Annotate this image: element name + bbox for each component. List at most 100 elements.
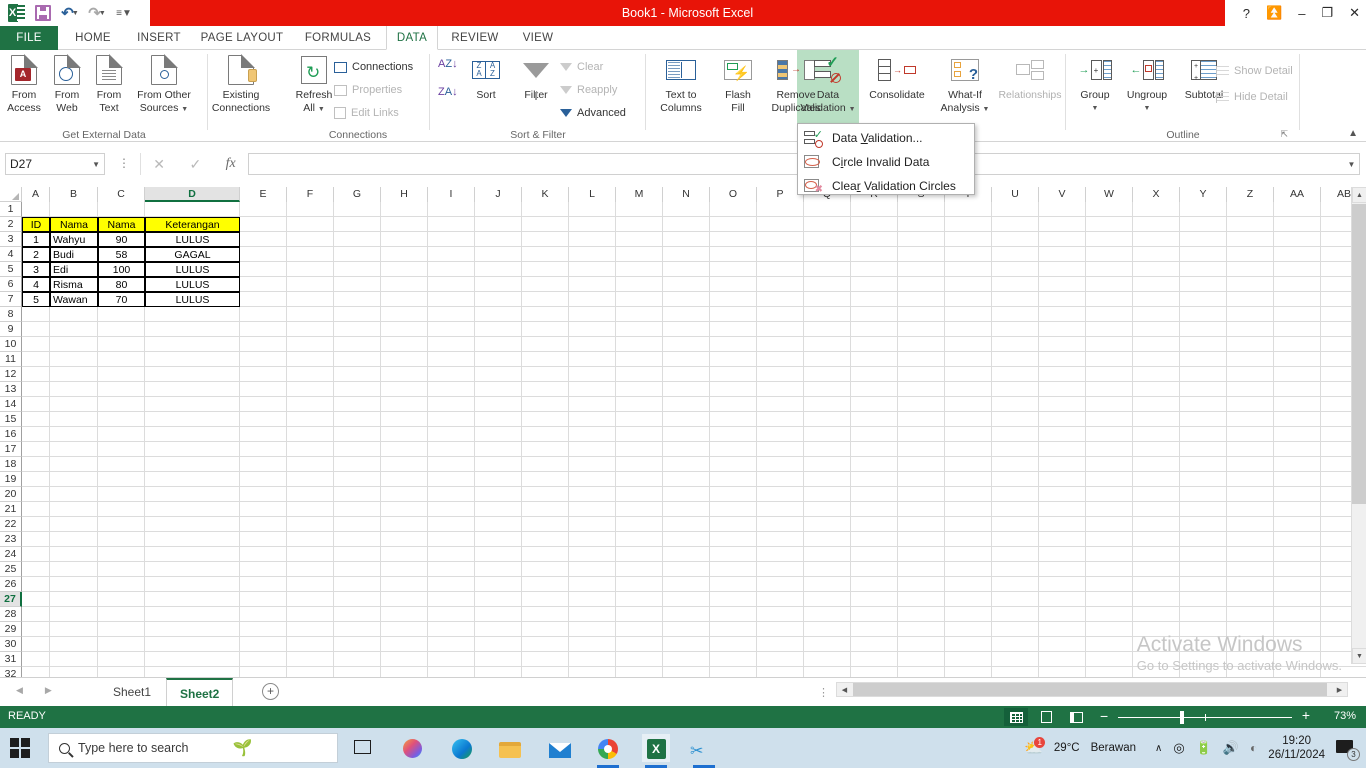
cell-Z12[interactable] [1227, 367, 1274, 382]
cell-AA23[interactable] [1274, 532, 1321, 547]
cell-P9[interactable] [757, 322, 804, 337]
cell-G10[interactable] [334, 337, 381, 352]
cell-J12[interactable] [475, 367, 522, 382]
cell-Y7[interactable] [1180, 292, 1227, 307]
cell-E26[interactable] [240, 577, 287, 592]
cell-C2[interactable]: Nama [98, 217, 145, 232]
cell-Z8[interactable] [1227, 307, 1274, 322]
cell-A18[interactable] [22, 457, 50, 472]
cell-S20[interactable] [898, 487, 945, 502]
cell-N9[interactable] [663, 322, 710, 337]
cell-AA32[interactable] [1274, 667, 1321, 677]
cell-Y21[interactable] [1180, 502, 1227, 517]
cell-F16[interactable] [287, 427, 334, 442]
cell-K6[interactable] [522, 277, 569, 292]
cell-B19[interactable] [50, 472, 98, 487]
cell-M10[interactable] [616, 337, 663, 352]
cell-X7[interactable] [1133, 292, 1180, 307]
cell-Q22[interactable] [804, 517, 851, 532]
normal-view-icon[interactable] [1004, 708, 1028, 726]
cell-X16[interactable] [1133, 427, 1180, 442]
cell-U19[interactable] [992, 472, 1039, 487]
cell-M27[interactable] [616, 592, 663, 607]
cell-K4[interactable] [522, 247, 569, 262]
tab-insert[interactable]: INSERT [128, 26, 190, 50]
window-controls[interactable]: ? ⏫ – ❐ ✕ [1243, 0, 1360, 26]
cell-U30[interactable] [992, 637, 1039, 652]
cell-S18[interactable] [898, 457, 945, 472]
cell-Q1[interactable] [804, 202, 851, 217]
cell-H31[interactable] [381, 652, 428, 667]
cell-Y31[interactable] [1180, 652, 1227, 667]
cell-T7[interactable] [945, 292, 992, 307]
cell-W6[interactable] [1086, 277, 1133, 292]
cell-R10[interactable] [851, 337, 898, 352]
cell-AA27[interactable] [1274, 592, 1321, 607]
menu-item-data-validation[interactable]: ✓ Data Validation... [798, 126, 974, 150]
cell-V14[interactable] [1039, 397, 1086, 412]
cell-J20[interactable] [475, 487, 522, 502]
cell-K16[interactable] [522, 427, 569, 442]
quick-access-toolbar[interactable]: ↶▼ ↷▼ ≡▼ [4, 1, 136, 25]
cell-P2[interactable] [757, 217, 804, 232]
cell-W2[interactable] [1086, 217, 1133, 232]
cell-W29[interactable] [1086, 622, 1133, 637]
cell-A13[interactable] [22, 382, 50, 397]
cell-J32[interactable] [475, 667, 522, 677]
cell-E4[interactable] [240, 247, 287, 262]
cell-N8[interactable] [663, 307, 710, 322]
cell-V16[interactable] [1039, 427, 1086, 442]
cell-B26[interactable] [50, 577, 98, 592]
cell-T29[interactable] [945, 622, 992, 637]
cell-E32[interactable] [240, 667, 287, 677]
cell-W1[interactable] [1086, 202, 1133, 217]
cell-M28[interactable] [616, 607, 663, 622]
cell-AA24[interactable] [1274, 547, 1321, 562]
cell-X17[interactable] [1133, 442, 1180, 457]
cell-AA5[interactable] [1274, 262, 1321, 277]
zoom-in-button[interactable]: + [1302, 707, 1310, 723]
cell-X22[interactable] [1133, 517, 1180, 532]
cell-G27[interactable] [334, 592, 381, 607]
cell-G2[interactable] [334, 217, 381, 232]
cell-A25[interactable] [22, 562, 50, 577]
cell-C32[interactable] [98, 667, 145, 677]
cell-S29[interactable] [898, 622, 945, 637]
cell-D22[interactable] [145, 517, 240, 532]
cell-N18[interactable] [663, 457, 710, 472]
cell-Z5[interactable] [1227, 262, 1274, 277]
cell-O9[interactable] [710, 322, 757, 337]
cell-V29[interactable] [1039, 622, 1086, 637]
cell-AA3[interactable] [1274, 232, 1321, 247]
cell-Z17[interactable] [1227, 442, 1274, 457]
cell-L2[interactable] [569, 217, 616, 232]
cell-X29[interactable] [1133, 622, 1180, 637]
cell-B29[interactable] [50, 622, 98, 637]
cell-K15[interactable] [522, 412, 569, 427]
cell-E7[interactable] [240, 292, 287, 307]
cell-Z6[interactable] [1227, 277, 1274, 292]
cell-A14[interactable] [22, 397, 50, 412]
cell-F9[interactable] [287, 322, 334, 337]
cell-B1[interactable] [50, 202, 98, 217]
cell-W20[interactable] [1086, 487, 1133, 502]
cell-X14[interactable] [1133, 397, 1180, 412]
cell-Q9[interactable] [804, 322, 851, 337]
cell-W4[interactable] [1086, 247, 1133, 262]
cell-U29[interactable] [992, 622, 1039, 637]
cell-E27[interactable] [240, 592, 287, 607]
cell-F28[interactable] [287, 607, 334, 622]
cell-F21[interactable] [287, 502, 334, 517]
cell-J10[interactable] [475, 337, 522, 352]
cell-B22[interactable] [50, 517, 98, 532]
cell-F32[interactable] [287, 667, 334, 677]
cell-G16[interactable] [334, 427, 381, 442]
cell-W27[interactable] [1086, 592, 1133, 607]
chevron-down-icon[interactable]: ▼ [92, 160, 100, 169]
file-explorer-icon[interactable] [496, 734, 524, 762]
cell-Y18[interactable] [1180, 457, 1227, 472]
cell-H7[interactable] [381, 292, 428, 307]
cell-L5[interactable] [569, 262, 616, 277]
cell-X31[interactable] [1133, 652, 1180, 667]
cell-E10[interactable] [240, 337, 287, 352]
